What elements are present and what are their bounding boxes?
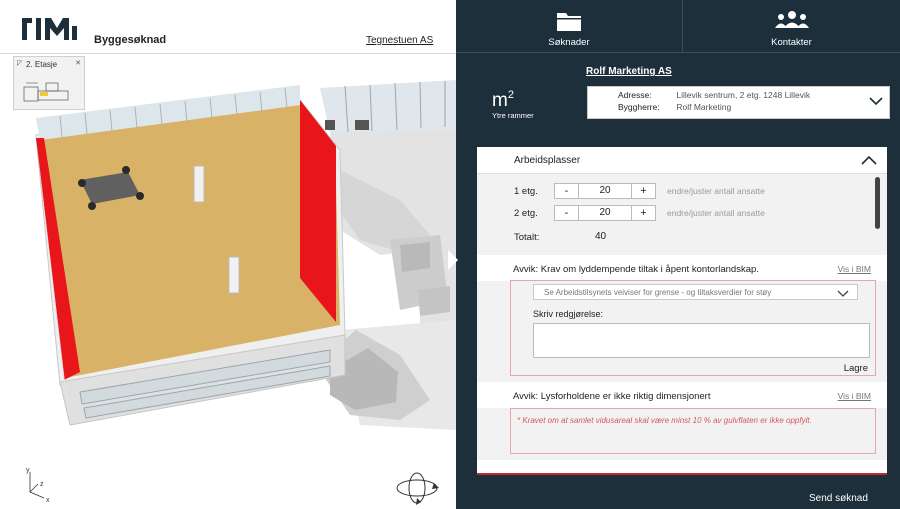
floor-label: 1 etg.: [514, 186, 538, 197]
tab-soknader-label: Søknader: [548, 37, 590, 48]
deviation-noise-header: Avvik: Krav om lyddempende tiltak i åpen…: [477, 255, 887, 281]
company-logo: [22, 18, 77, 40]
close-icon[interactable]: ✕: [75, 59, 81, 67]
workers-input[interactable]: 20: [579, 183, 631, 199]
total-value: 40: [595, 231, 607, 242]
chevron-down-icon[interactable]: [869, 97, 883, 106]
application-panel: Søknader Kontakter Rolf Marketing AS m 2 …: [456, 0, 900, 509]
owner-label: Byggherre:: [618, 102, 660, 112]
reason-label: Skriv redgjørelse:: [533, 309, 604, 319]
axis-x-label: x: [46, 497, 50, 504]
chevron-down-icon: [837, 290, 849, 297]
address-row: Adresse: Lillevik sentrum, 2 etg. 1248 L…: [618, 90, 810, 100]
floor-label: 2. Etasje: [26, 60, 58, 69]
decrement-button[interactable]: -: [554, 183, 579, 199]
viewer-topbar: Byggesøknad Tegnestuen AS: [0, 0, 456, 54]
address-label: Adresse:: [618, 90, 652, 100]
company-link[interactable]: Tegnestuen AS: [366, 35, 433, 46]
axis-z-label: z: [40, 481, 44, 488]
workplaces-card: Arbeidsplasser 1 etg. - 20 + endre/juste…: [477, 147, 887, 473]
deviation-message: * Kravet om at samlet vidusareal skal væ…: [517, 416, 812, 425]
tab-soknader[interactable]: Søknader: [456, 0, 683, 53]
owner-row: Byggherre: Rolf Marketing: [618, 102, 731, 112]
card-footer: [477, 460, 887, 473]
project-info-dropdown[interactable]: Adresse: Lillevik sentrum, 2 etg. 1248 L…: [587, 86, 890, 119]
send-application-button[interactable]: Send søknad: [809, 493, 868, 504]
m2-subtitle: Ytre rammer: [492, 111, 534, 120]
tab-kontakter-label: Kontakter: [771, 37, 812, 48]
tab-kontakter[interactable]: Kontakter: [683, 0, 900, 53]
deviation-title: Avvik: Krav om lyddempende tiltak i åpen…: [513, 264, 759, 275]
increment-button[interactable]: +: [631, 183, 656, 199]
deviation-title: Avvik: Lysforholdene er ikke riktig dime…: [513, 391, 711, 402]
workers-hint: endre/juster antall ansatte: [667, 208, 765, 218]
save-button[interactable]: Lagre: [844, 363, 868, 374]
card-header[interactable]: Arbeidsplasser: [477, 147, 887, 174]
axis-y-label: y: [26, 467, 30, 474]
m2-logo-sup: 2: [507, 89, 514, 101]
show-in-bim-link[interactable]: Vis i BIM: [838, 264, 871, 274]
reason-textarea[interactable]: [533, 323, 870, 358]
users-icon: [775, 11, 809, 28]
folder-icon: [557, 13, 581, 31]
section-title: Arbeidsplasser: [514, 155, 581, 166]
workers-hint: endre/juster antall ansatte: [667, 186, 765, 196]
rotate-view-icon[interactable]: [392, 470, 442, 506]
bim-3d-viewer[interactable]: Byggesøknad Tegnestuen AS ◸ 2. Etasje ✕ …: [0, 0, 456, 509]
axis-gizmo: y z x: [26, 467, 50, 504]
owner-value: Rolf Marketing: [676, 102, 732, 112]
address-value: Lillevik sentrum, 2 etg. 1248 Lillevik: [676, 90, 811, 100]
divider-line: [477, 473, 887, 475]
m2-logo: m2: [492, 89, 514, 112]
total-label: Totalt:: [514, 232, 540, 243]
increment-button[interactable]: +: [631, 205, 656, 221]
workers-input[interactable]: 20: [579, 205, 631, 221]
app-title: Byggesøknad: [94, 34, 167, 46]
decrement-button[interactable]: -: [554, 205, 579, 221]
m2-logo-text: m: [492, 90, 508, 111]
chevron-up-icon[interactable]: [861, 155, 877, 165]
floor-plan-thumbnail[interactable]: [18, 73, 82, 107]
app-window: Byggesøknad Tegnestuen AS ◸ 2. Etasje ✕ …: [0, 0, 900, 509]
floor-minimap[interactable]: ◸ 2. Etasje ✕: [13, 56, 85, 110]
panel-toggle-arrow[interactable]: [448, 250, 458, 270]
scrollbar[interactable]: [875, 177, 880, 229]
guide-select[interactable]: Se Arbeidstilsynets veiviser for grense …: [533, 284, 858, 300]
deviation-light-header: Avvik: Lysforholdene er ikke riktig dime…: [477, 382, 887, 408]
show-in-bim-link[interactable]: Vis i BIM: [838, 391, 871, 401]
client-link[interactable]: Rolf Marketing AS: [586, 66, 672, 77]
deviation-noise-body: Se Arbeidstilsynets veiviser for grense …: [510, 280, 876, 376]
deviation-light-body: * Kravet om at samlet vidusareal skal væ…: [510, 408, 876, 454]
building-3d-model[interactable]: [0, 54, 456, 509]
floor-label: 2 etg.: [514, 208, 538, 219]
flag-icon: ◸: [17, 60, 23, 67]
guide-select-value: Se Arbeidstilsynets veiviser for grense …: [544, 288, 772, 297]
